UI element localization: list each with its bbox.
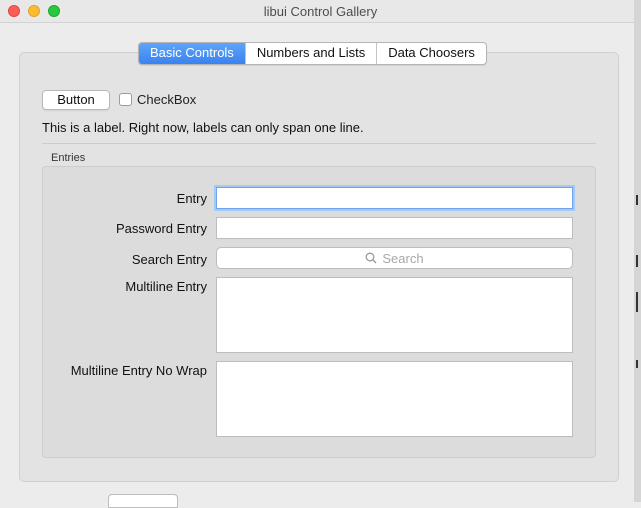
search-entry-label: Search Entry [131,252,207,267]
title-bar[interactable]: libui Control Gallery [0,0,641,23]
entry-field[interactable] [216,187,573,209]
search-entry-field[interactable]: Search [216,247,573,269]
multiline-entry-nowrap-label: Multiline Entry No Wrap [70,363,207,378]
tab-basic-controls[interactable]: Basic Controls [139,43,245,64]
search-icon [365,252,377,264]
multiline-entry-nowrap-field[interactable] [216,361,573,437]
password-entry-field[interactable] [216,217,573,239]
entry-label: Entry [176,191,207,206]
search-placeholder: Search [382,250,424,266]
static-label: This is a label. Right now, labels can o… [42,120,364,135]
multiline-entry-label: Multiline Entry [125,279,207,294]
button[interactable]: Button [42,90,110,110]
checkbox-box[interactable] [119,93,132,106]
app-window: libui Control Gallery Basic Controls Num… [0,0,641,508]
multiline-entry-field[interactable] [216,277,573,353]
checkbox-label: CheckBox [137,92,197,107]
password-entry-label: Password Entry [115,221,207,236]
background-window-edge [634,0,641,502]
tab-numbers-and-lists[interactable]: Numbers and Lists [244,43,376,64]
window-title: libui Control Gallery [263,4,378,19]
entries-group-title: Entries [51,152,86,164]
horizontal-separator [42,143,596,144]
tab-bar: Basic Controls Numbers and Lists Data Ch… [138,42,487,65]
partial-bottom-button[interactable] [108,494,178,508]
tab-data-choosers[interactable]: Data Choosers [376,43,486,64]
checkbox-control[interactable]: CheckBox [119,92,196,107]
